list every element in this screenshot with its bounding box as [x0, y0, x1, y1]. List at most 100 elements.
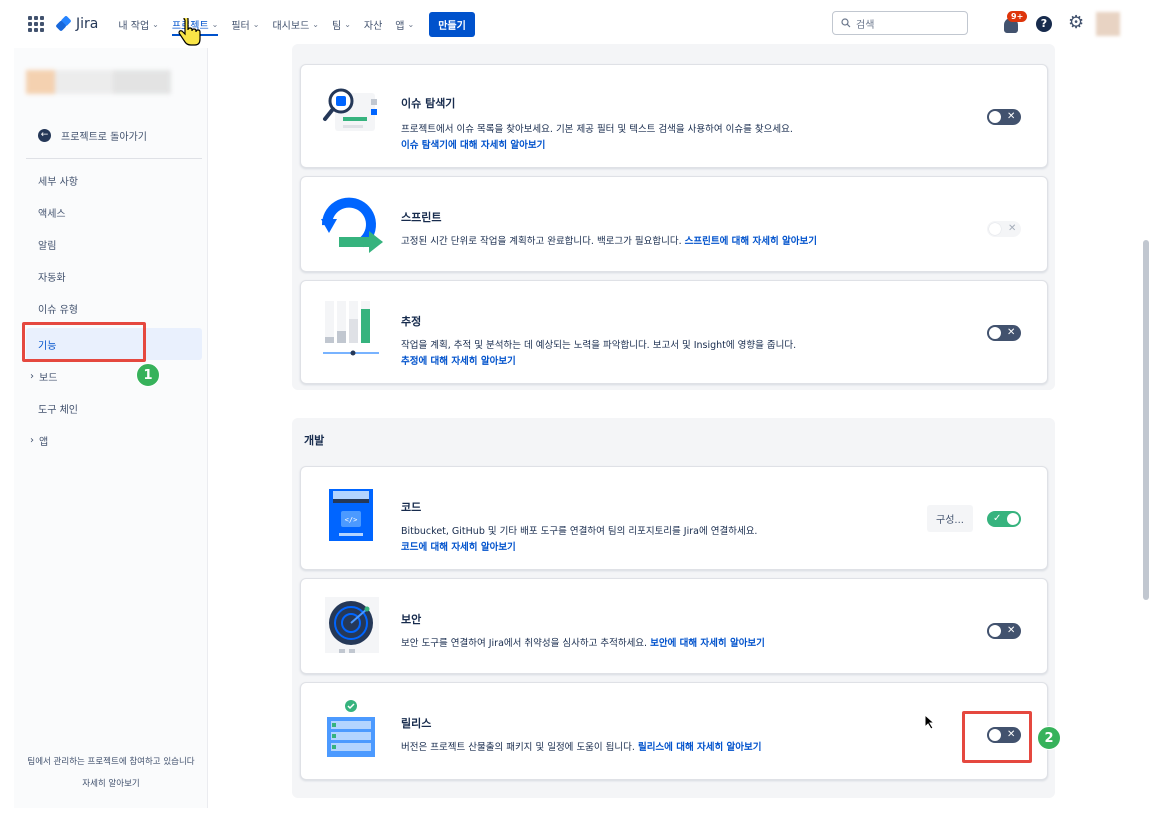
sidebar-item-notifications[interactable]: 알림: [26, 228, 202, 260]
toggle-knob: [1007, 513, 1019, 525]
sidebar-item-toolchain[interactable]: 도구 체인: [26, 392, 202, 424]
chevron-down-icon: ⌄: [407, 19, 415, 29]
sidebar-item-details[interactable]: 세부 사항: [26, 164, 202, 196]
feature-section-planning: 이슈 탐색기 프로젝트에서 이슈 목록을 찾아보세요. 기본 제공 필터 및 텍…: [292, 44, 1055, 390]
nav-my-work[interactable]: 내 작업 ⌄: [118, 0, 158, 48]
feature-description: 보안 도구를 연결하여 Jira에서 취약성을 심사하고 추적하세요. 보안에 …: [401, 638, 765, 649]
chevron-down-icon: ⌄: [344, 19, 351, 29]
chevron-right-icon: ›: [30, 370, 34, 382]
create-button[interactable]: 만들기: [429, 11, 475, 37]
toggle-knob: [989, 111, 1001, 123]
feature-title: 코드: [401, 501, 422, 514]
feature-description: 버전은 프로젝트 산물출의 패키지 및 일정에 도움이 됩니다. 릴리스에 대해…: [401, 742, 762, 753]
highlight-box-releases-toggle: [962, 711, 1032, 763]
close-icon: ✕: [1008, 223, 1017, 234]
avatar[interactable]: [1096, 12, 1120, 36]
nav-dashboards[interactable]: 대시보드 ⌄: [272, 0, 319, 48]
code-illustration: </>: [329, 489, 373, 541]
search-input[interactable]: 검색: [832, 11, 968, 35]
feature-card-issue-navigator: 이슈 탐색기 프로젝트에서 이슈 목록을 찾아보세요. 기본 제공 필터 및 텍…: [300, 64, 1048, 168]
sidebar: ← 프로젝트로 돌아가기 세부 사항 액세스 알림 자동화 이슈 유형 기능 ›…: [14, 48, 208, 808]
feature-learn-more-link[interactable]: 보안에 대해 자세히 알아보기: [650, 638, 765, 649]
step-marker-2: 2: [1037, 726, 1061, 750]
back-to-projects-link[interactable]: ← 프로젝트로 돌아가기: [38, 128, 147, 143]
feature-card-security: 보안 보안 도구를 연결하여 Jira에서 취약성을 심사하고 추적하세요. 보…: [300, 578, 1048, 674]
app-switcher-icon[interactable]: [28, 16, 44, 32]
check-icon: ✓: [993, 513, 1002, 524]
feature-description: 작업을 계획, 추적 및 분석하는 데 예상되는 노력을 파악합니다. 보고서 …: [401, 340, 797, 351]
sidebar-item-automation[interactable]: 자동화: [26, 260, 202, 292]
help-icon[interactable]: ?: [1036, 16, 1052, 32]
nav-assets[interactable]: 자산: [364, 0, 382, 48]
toggle-knob: [989, 327, 1001, 339]
feature-description: Bitbucket, GitHub 및 기타 배포 도구를 연결하여 팀의 리포…: [401, 526, 758, 537]
feature-title: 이슈 탐색기: [401, 97, 456, 110]
gear-icon[interactable]: ⚙: [1068, 13, 1084, 33]
sidebar-footer: 팀에서 관리하는 프로젝트에 참여하고 있습니다 자세히 알아보기: [14, 751, 208, 795]
sprint-toggle[interactable]: ✕: [987, 221, 1021, 237]
feature-card-sprint: 스프린트 고정된 시간 단위로 작업을 계획하고 완료합니다. 백로그가 필요합…: [300, 176, 1048, 272]
notifications-button[interactable]: 9+: [1002, 11, 1028, 34]
feature-title: 스프린트: [401, 211, 442, 224]
feature-title: 보안: [401, 613, 422, 626]
team-managed-notice: 팀에서 관리하는 프로젝트에 참여하고 있습니다: [27, 757, 195, 767]
feature-learn-more-link[interactable]: 코드에 대해 자세히 알아보기: [401, 539, 516, 553]
chevron-down-icon: ⌄: [312, 19, 319, 29]
close-icon: ✕: [1007, 625, 1016, 636]
chevron-down-icon: ⌄: [252, 19, 260, 29]
feature-learn-more-link[interactable]: 이슈 탐색기에 대해 자세히 알아보기: [401, 137, 545, 151]
security-toggle[interactable]: ✕: [987, 623, 1021, 639]
feature-learn-more-link[interactable]: 릴리스에 대해 자세히 알아보기: [638, 742, 762, 753]
arrow-left-icon: ←: [38, 129, 51, 142]
highlight-box-features: [22, 322, 146, 362]
releases-illustration: [327, 700, 375, 757]
close-icon: ✕: [1007, 327, 1016, 338]
feature-section-development: 개발 </> 코드 Bitbucket, GitHub 및 기타 배포 도구를 …: [292, 418, 1055, 798]
feature-card-estimation: 추정 작업을 계획, 추적 및 분석하는 데 예상되는 노력을 파악합니다. 보…: [300, 280, 1048, 384]
project-name-blurred: [26, 70, 171, 94]
feature-card-releases: 릴리스 버전은 프로젝트 산물출의 패키지 및 일정에 도움이 됩니다. 릴리스…: [300, 682, 1048, 780]
step-marker-1: 1: [136, 363, 160, 387]
learn-more-link[interactable]: 자세히 알아보기: [14, 773, 208, 795]
scrollbar-thumb[interactable]: [1143, 240, 1149, 600]
chevron-down-icon: ⌄: [152, 19, 159, 29]
feature-description: 고정된 시간 단위로 작업을 계획하고 완료합니다. 백로그가 필요합니다. 스…: [401, 236, 817, 247]
issue-navigator-illustration: [323, 88, 377, 131]
feature-title: 추정: [401, 315, 422, 328]
estimation-toggle[interactable]: ✕: [987, 325, 1021, 341]
sidebar-item-boards[interactable]: › 보드: [26, 360, 202, 392]
chevron-down-icon: ⌄: [211, 19, 219, 29]
logo-text: Jira: [76, 16, 99, 32]
notification-badge: 9+: [1007, 11, 1028, 22]
nav-filters[interactable]: 필터 ⌄: [231, 0, 259, 48]
sidebar-item-apps[interactable]: › 앱: [26, 424, 202, 456]
mouse-pointer-icon: [924, 714, 936, 730]
top-navigation: Jira 내 작업 ⌄ 프로젝트 ⌄ 필터 ⌄ 대시보드 ⌄ 팀 ⌄ 자산 앱 ⌄ 만들기: [0, 0, 1165, 48]
sidebar-item-issue-types[interactable]: 이슈 유형: [26, 292, 202, 324]
feature-description: 프로젝트에서 이슈 목록을 찾아보세요. 기본 제공 필터 및 텍스트 검색을 …: [401, 124, 793, 135]
code-toggle[interactable]: ✓: [987, 511, 1021, 527]
search-placeholder: 검색: [856, 19, 875, 31]
chevron-right-icon: ›: [30, 434, 34, 446]
feature-learn-more-link[interactable]: 추정에 대해 자세히 알아보기: [401, 353, 516, 367]
section-title: 개발: [304, 434, 325, 447]
toggle-knob: [989, 223, 1001, 235]
nav-apps[interactable]: 앱 ⌄: [395, 0, 414, 48]
sprint-illustration: [321, 197, 383, 253]
svg-text:</>: </>: [345, 516, 358, 524]
jira-logo[interactable]: Jira: [55, 14, 99, 32]
estimation-illustration: [323, 301, 379, 356]
security-illustration: [325, 597, 379, 653]
feature-card-code: </> 코드 Bitbucket, GitHub 및 기타 배포 도구를 연결하…: [300, 466, 1048, 570]
jira-logo-icon: [55, 14, 72, 32]
sidebar-item-access[interactable]: 액세스: [26, 196, 202, 228]
sidebar-divider: [26, 158, 202, 159]
toggle-knob: [989, 625, 1001, 637]
hand-cursor-icon: [178, 18, 201, 46]
close-icon: ✕: [1007, 111, 1016, 122]
issue-navigator-toggle[interactable]: ✕: [987, 109, 1021, 125]
feature-learn-more-link[interactable]: 스프린트에 대해 자세히 알아보기: [685, 236, 817, 247]
configure-button[interactable]: 구성...: [927, 505, 973, 532]
search-icon: [841, 18, 851, 28]
nav-teams[interactable]: 팀 ⌄: [332, 0, 351, 48]
